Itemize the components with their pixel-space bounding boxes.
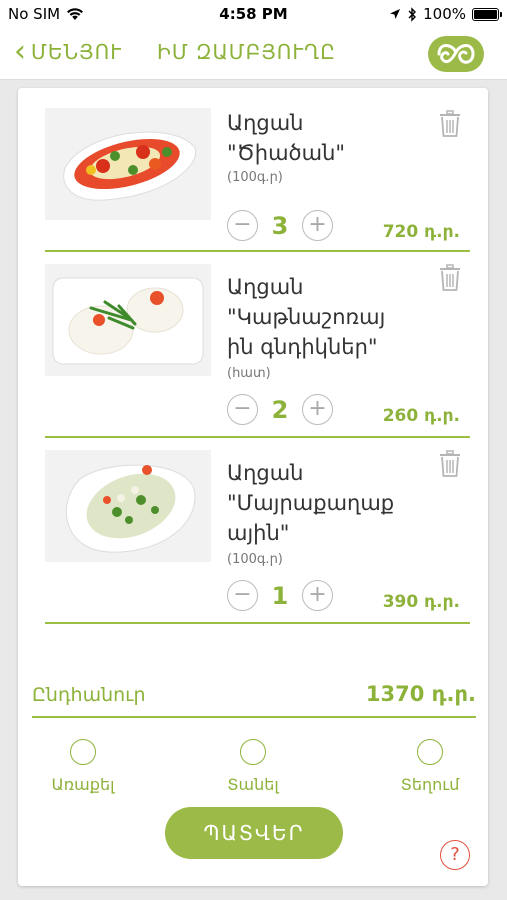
- item-name: Աղցան "Մայրաքաղաք ային": [227, 458, 427, 548]
- item-name-line: ին գնդիկներ": [227, 335, 378, 359]
- page-title: ԻՄ ԶԱՄԲՅՈՒՂԸ: [157, 40, 336, 64]
- battery-percent: 100%: [423, 5, 466, 23]
- item-name-line: "Մայրաքաղաք: [227, 491, 395, 515]
- option-label: Տանել: [227, 775, 279, 794]
- bluetooth-icon: [408, 6, 417, 22]
- chevron-left-icon: ‹: [14, 34, 27, 69]
- item-name-line: Աղցան: [227, 461, 304, 485]
- trash-icon[interactable]: [438, 264, 462, 292]
- cart-item: Աղցան "Կաթնաշոռայ ին գնդիկներ" (հատ) − 2…: [45, 252, 470, 438]
- radio-button[interactable]: [240, 739, 266, 765]
- quantity-stepper: − 2 +: [227, 394, 333, 425]
- total-label: Ընդհանուր: [32, 684, 146, 706]
- total-row: Ընդհանուր 1370 դ.ր.: [32, 682, 476, 718]
- item-price: 260 դ.ր.: [382, 406, 460, 426]
- item-price: 390 դ.ր.: [382, 592, 460, 612]
- item-name: Աղցան "Ծիածան": [227, 108, 427, 168]
- back-button[interactable]: ‹ ՄԵՆՅՈՒ: [14, 34, 122, 69]
- salad-tomato-image: [45, 108, 211, 220]
- quantity-stepper: − 1 +: [227, 580, 333, 611]
- cart-card: Աղցան "Ծիածան" (100գ.ր) − 3 + 720 դ.ր. Ա…: [18, 88, 488, 886]
- cheese-balls-image: [45, 264, 211, 376]
- cart-item: Աղցան "Ծիածան" (100գ.ր) − 3 + 720 դ.ր.: [45, 92, 470, 252]
- item-name-line: Աղցան: [227, 111, 304, 135]
- increase-button[interactable]: +: [302, 210, 333, 241]
- item-name-line: ային": [227, 521, 290, 545]
- delivery-option-deliver[interactable]: Առաքել: [28, 739, 138, 794]
- item-name: Աղցան "Կաթնաշոռայ ին գնդիկներ": [227, 272, 427, 362]
- quantity-value: 1: [271, 581, 289, 610]
- quantity-value: 2: [271, 395, 289, 424]
- item-unit: (հատ): [227, 366, 271, 381]
- item-name-line: Աղցան: [227, 275, 304, 299]
- capital-salad-image: [45, 450, 211, 562]
- order-button[interactable]: ՊԱՏՎԵՐ: [165, 807, 343, 859]
- decrease-button[interactable]: −: [227, 394, 258, 425]
- nav-bar: ‹ ՄԵՆՅՈՒ ԻՄ ԶԱՄԲՅՈՒՂԸ: [0, 28, 507, 80]
- back-label: ՄԵՆՅՈՒ: [31, 40, 122, 64]
- item-unit: (100գ.ր): [227, 170, 283, 185]
- logo-icon: [428, 36, 484, 72]
- status-bar: No SIM 4:58 PM 100%: [0, 0, 507, 28]
- battery-icon: [472, 7, 502, 21]
- trash-icon[interactable]: [438, 110, 462, 138]
- cart-item: Աղցան "Մայրաքաղաք ային" (100գ.ր) − 1 + 3…: [45, 438, 470, 624]
- item-price: 720 դ.ր.: [382, 222, 460, 242]
- decrease-button[interactable]: −: [227, 210, 258, 241]
- item-name-line: "Ծիածան": [227, 141, 346, 165]
- total-value: 1370 դ.ր.: [365, 682, 476, 706]
- quantity-stepper: − 3 +: [227, 210, 333, 241]
- item-name-line: "Կաթնաշոռայ: [227, 305, 386, 329]
- quantity-value: 3: [271, 211, 289, 240]
- option-label: Տեղում: [400, 775, 460, 794]
- option-label: Առաքել: [51, 775, 115, 794]
- increase-button[interactable]: +: [302, 580, 333, 611]
- delivery-option-takeaway[interactable]: Տանել: [198, 739, 308, 794]
- location-arrow-icon: [390, 9, 401, 19]
- decrease-button[interactable]: −: [227, 580, 258, 611]
- increase-button[interactable]: +: [302, 394, 333, 425]
- status-right: 100%: [389, 5, 502, 23]
- item-unit: (100գ.ր): [227, 552, 283, 567]
- delivery-option-dine-in[interactable]: Տեղում: [375, 739, 485, 794]
- trash-icon[interactable]: [438, 450, 462, 478]
- radio-button[interactable]: [70, 739, 96, 765]
- radio-button[interactable]: [417, 739, 443, 765]
- help-icon[interactable]: ?: [440, 840, 470, 870]
